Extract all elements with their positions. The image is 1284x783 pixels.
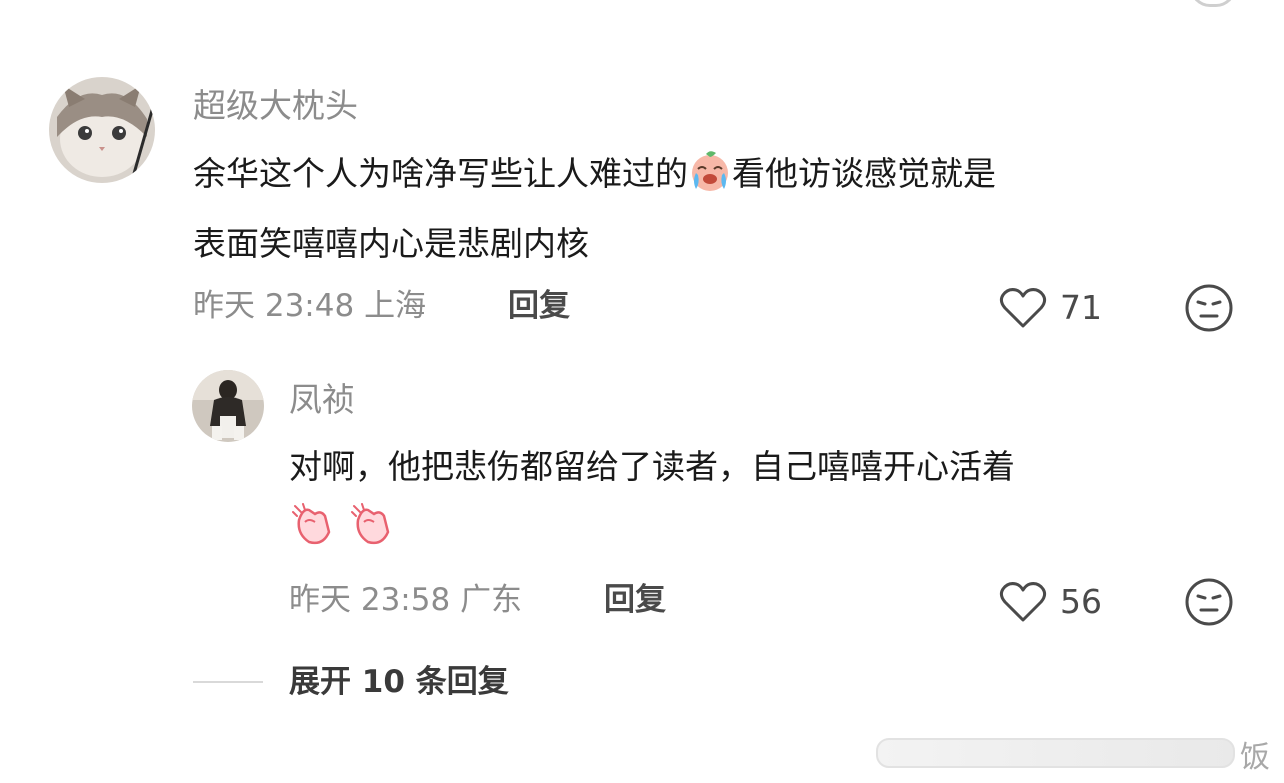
reply-text: 对啊，他把悲伤都留给了读者，自己嘻嘻开心活着: [289, 436, 1015, 568]
reply-time: 23:58: [360, 582, 451, 618]
reaction-icon-fragment: [1190, 0, 1236, 7]
cat-avatar-image: [49, 77, 155, 183]
neutral-face-icon: [1185, 578, 1233, 626]
comment-thread: 超级大枕头 余华这个人为啥净写些让人难过的 看他访谈感觉就是 表面笑嘻嘻内心是悲…: [0, 0, 1284, 783]
reply-date: 昨天: [289, 582, 351, 618]
comment-text-part2: 看他访谈感觉就是: [732, 154, 996, 193]
comment-date: 昨天: [193, 288, 255, 324]
reply-avatar[interactable]: [192, 370, 264, 442]
neutral-face-icon: [1185, 284, 1233, 332]
reply-like-count: 56: [1060, 582, 1102, 621]
comment-username[interactable]: 超级大枕头: [193, 86, 358, 126]
heart-icon: [999, 582, 1047, 622]
reply-location: 广东: [460, 582, 523, 618]
comment-meta: 昨天 23:48 上海: [193, 286, 426, 326]
comment-time: 23:48: [264, 288, 355, 324]
reply-username[interactable]: 凤祯: [289, 380, 355, 420]
avatar[interactable]: [49, 77, 155, 183]
comment-text-part1: 余华这个人为啥净写些让人难过的: [193, 154, 688, 193]
comment-location: 上海: [364, 288, 427, 324]
watermark-bar: [876, 738, 1235, 768]
person-avatar-image: [192, 370, 264, 442]
watermark: 饭: [872, 730, 1284, 775]
comment-like-count: 71: [1060, 288, 1102, 327]
reply-emoji-line: [289, 498, 1015, 568]
clapping-hands-emoji-icon: [289, 500, 337, 568]
crying-face-emoji-icon: [688, 149, 732, 213]
comment-text-line2: 表面笑嘻嘻内心是悲剧内核: [193, 224, 589, 263]
comment-reaction-button[interactable]: [1184, 283, 1234, 337]
reply-reply-button[interactable]: 回复: [604, 580, 666, 620]
comment-text: 余华这个人为啥净写些让人难过的 看他访谈感觉就是 表面笑嘻嘻内心是悲剧内核: [193, 143, 996, 275]
heart-icon: [999, 288, 1047, 328]
clapping-hands-emoji-icon: [348, 500, 396, 568]
reply-reaction-button[interactable]: [1184, 577, 1234, 631]
reply-like-button[interactable]: 56: [998, 580, 1102, 624]
watermark-text: 饭: [1240, 740, 1270, 775]
reply-text-line1: 对啊，他把悲伤都留给了读者，自己嘻嘻开心活着: [289, 447, 1015, 486]
comment-reply-button[interactable]: 回复: [508, 286, 570, 326]
comment-like-button[interactable]: 71: [998, 286, 1102, 330]
expand-replies-button[interactable]: 展开 10 条回复: [289, 662, 509, 702]
expand-divider: [193, 681, 263, 683]
reply-meta: 昨天 23:58 广东: [289, 580, 522, 620]
